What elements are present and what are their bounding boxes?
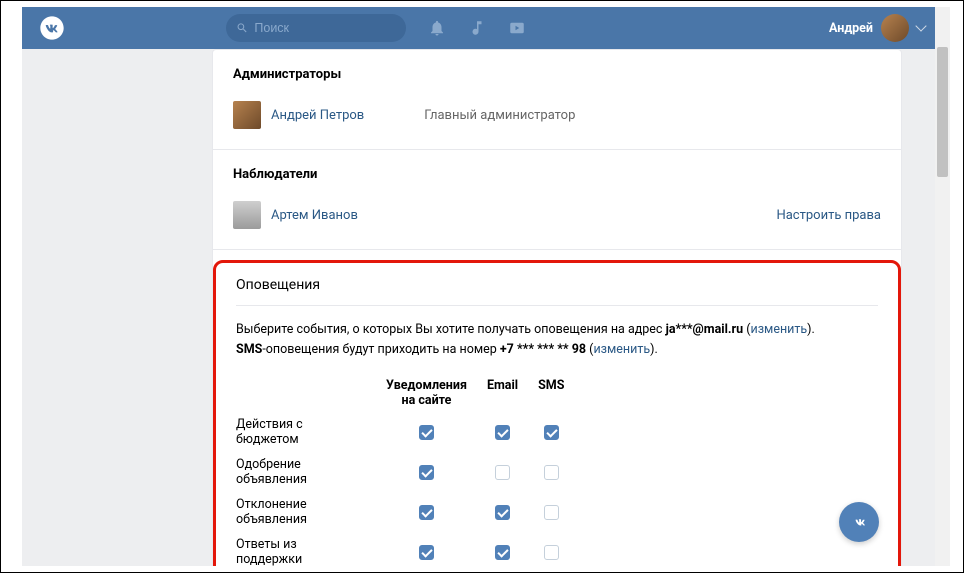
settings-panel: Администраторы Андрей Петров Главный адм… xyxy=(212,49,902,566)
top-header: Андрей xyxy=(22,7,935,49)
notif-row: Действия с бюджетом xyxy=(236,412,609,452)
checkbox-site[interactable] xyxy=(419,545,434,560)
notifications-description: Выберите события, о которых Вы хотите по… xyxy=(236,320,878,360)
checkbox-sms[interactable] xyxy=(544,505,559,520)
admin-role: Главный администратор xyxy=(424,108,575,123)
notif-row-label: Одобрение объявления xyxy=(236,452,376,492)
col-site: Уведомления на сайте xyxy=(376,374,477,412)
col-sms: SMS xyxy=(528,374,574,412)
observer-name[interactable]: Артем Иванов xyxy=(271,208,358,223)
avatar xyxy=(233,101,261,129)
notif-row-label: Ответы из поддержки xyxy=(236,532,376,566)
checkbox-site[interactable] xyxy=(419,465,434,480)
admin-row: Андрей Петров Главный администратор xyxy=(233,95,881,135)
checkbox-site[interactable] xyxy=(419,505,434,520)
search-input[interactable] xyxy=(254,21,396,35)
notif-row: Одобрение объявления xyxy=(236,452,609,492)
checkbox-email[interactable] xyxy=(495,465,510,480)
notif-row-label: Действия с бюджетом xyxy=(236,412,376,452)
notif-row: Отклонение объявления xyxy=(236,492,609,532)
observer-row: Артем Иванов Настроить права xyxy=(233,195,881,235)
scrollbar[interactable] xyxy=(935,7,950,566)
checkbox-sms[interactable] xyxy=(544,425,559,440)
notifications-title: Оповещения xyxy=(236,277,878,306)
checkbox-site[interactable] xyxy=(419,425,434,440)
notifications-icon[interactable] xyxy=(428,19,446,37)
checkbox-email[interactable] xyxy=(495,425,510,440)
notif-row: Ответы из поддержки xyxy=(236,532,609,566)
notif-row-label: Отклонение объявления xyxy=(236,492,376,532)
col-email: Email xyxy=(477,374,528,412)
checkbox-email[interactable] xyxy=(495,505,510,520)
change-email-link[interactable]: изменить xyxy=(750,322,807,337)
avatar xyxy=(233,201,261,229)
search-input-container[interactable] xyxy=(226,14,406,42)
video-icon[interactable] xyxy=(508,19,526,37)
admin-name[interactable]: Андрей Петров xyxy=(271,108,364,123)
music-icon[interactable] xyxy=(468,19,486,37)
notifications-table: Уведомления на сайте Email SMS Действия … xyxy=(236,374,609,566)
avatar xyxy=(881,14,909,42)
configure-rights-link[interactable]: Настроить права xyxy=(776,208,881,223)
search-icon xyxy=(236,21,248,35)
vk-logo-icon[interactable] xyxy=(38,14,66,42)
admins-title: Администраторы xyxy=(233,64,881,95)
checkbox-sms[interactable] xyxy=(544,545,559,560)
vk-fab-button[interactable] xyxy=(839,502,879,542)
username: Андрей xyxy=(829,21,873,36)
checkbox-email[interactable] xyxy=(495,545,510,560)
user-menu[interactable]: Андрей xyxy=(829,14,925,42)
scroll-thumb[interactable] xyxy=(937,47,948,177)
checkbox-sms[interactable] xyxy=(544,465,559,480)
observers-title: Наблюдатели xyxy=(233,164,881,195)
notifications-section: Оповещения Выберите события, о которых В… xyxy=(213,260,901,566)
chevron-down-icon xyxy=(915,20,926,31)
change-phone-link[interactable]: изменить xyxy=(593,342,650,357)
